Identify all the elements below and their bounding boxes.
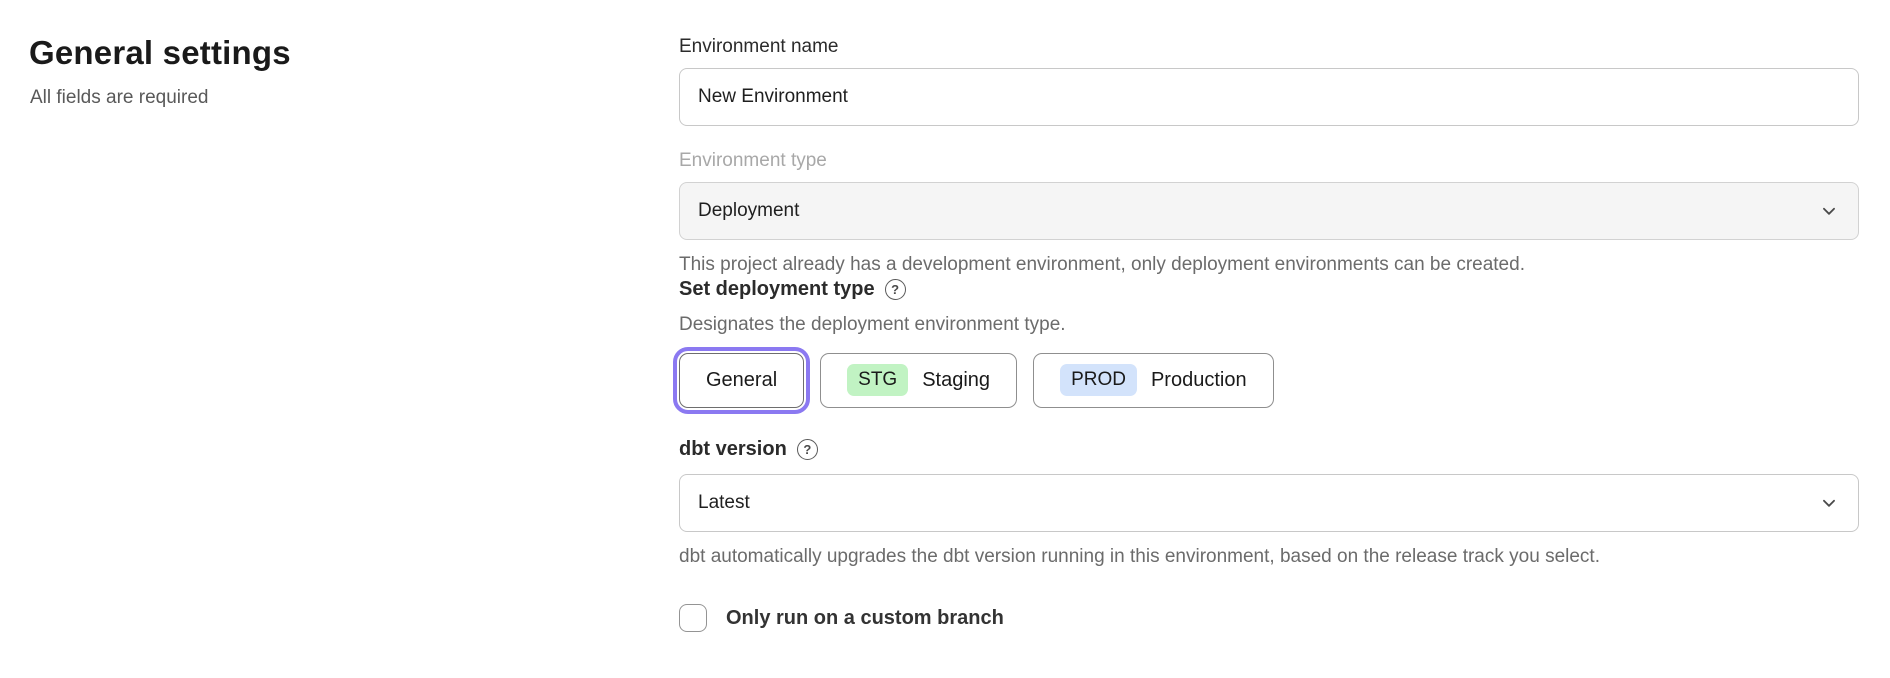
deployment-type-description: Designates the deployment environment ty…	[679, 314, 1859, 336]
deployment-type-title: Set deployment type	[679, 278, 875, 301]
environment-name-label: Environment name	[679, 36, 1859, 58]
staging-badge: STG	[847, 364, 908, 396]
option-label: General	[706, 369, 777, 392]
dbt-version-select[interactable]: Latest	[679, 474, 1859, 532]
custom-branch-row: Only run on a custom branch	[679, 604, 1859, 632]
option-label: Staging	[922, 369, 990, 392]
dbt-version-value: Latest	[698, 492, 750, 514]
environment-type-helper: This project already has a development e…	[679, 252, 1859, 278]
chevron-down-icon	[1820, 494, 1838, 512]
chevron-down-icon	[1820, 202, 1838, 220]
page-title: General settings	[29, 34, 679, 72]
dbt-version-helper: dbt automatically upgrades the dbt versi…	[679, 544, 1859, 570]
help-icon[interactable]: ?	[885, 279, 906, 300]
dbt-version-header: dbt version ?	[679, 438, 1859, 461]
deployment-type-option-general[interactable]: General	[679, 353, 804, 408]
deployment-type-option-production[interactable]: PROD Production	[1033, 353, 1274, 408]
option-label: Production	[1151, 369, 1247, 392]
environment-form: Environment name Environment type Deploy…	[679, 34, 1859, 632]
page-subtitle: All fields are required	[29, 87, 679, 109]
environment-type-value: Deployment	[698, 200, 799, 222]
general-settings-page: General settings All fields are required…	[0, 0, 1890, 632]
custom-branch-checkbox[interactable]	[679, 604, 707, 632]
deployment-type-options: General STG Staging PROD Production	[679, 353, 1859, 408]
deployment-type-option-staging[interactable]: STG Staging	[820, 353, 1017, 408]
help-icon[interactable]: ?	[797, 439, 818, 460]
environment-name-input[interactable]	[679, 68, 1859, 126]
settings-header: General settings All fields are required	[29, 34, 679, 632]
environment-type-select: Deployment	[679, 182, 1859, 240]
deployment-type-header: Set deployment type ?	[679, 278, 1859, 301]
custom-branch-label: Only run on a custom branch	[726, 607, 1004, 630]
dbt-version-title: dbt version	[679, 438, 787, 461]
production-badge: PROD	[1060, 364, 1137, 396]
environment-type-label: Environment type	[679, 150, 1859, 172]
